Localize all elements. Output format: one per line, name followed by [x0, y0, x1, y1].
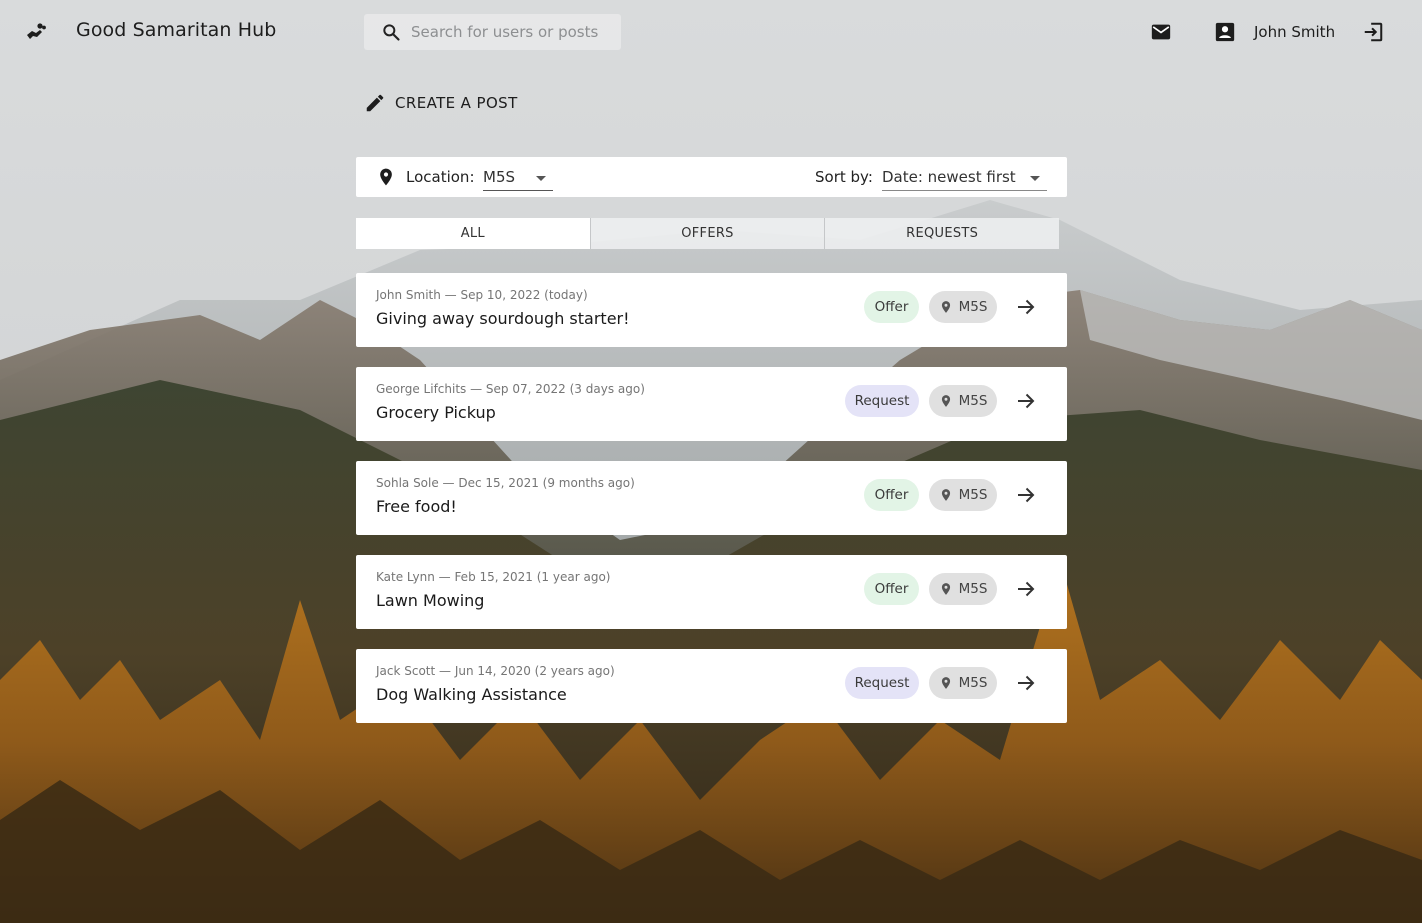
map-pin-icon: [941, 489, 950, 501]
logout-icon[interactable]: [1362, 21, 1384, 43]
map-pin-icon: [380, 168, 392, 186]
location-select[interactable]: M5S: [483, 165, 553, 191]
post-type-badge: Offer: [864, 573, 919, 605]
post-card[interactable]: John Smith — Sep 10, 2022 (today) Giving…: [356, 273, 1067, 347]
tab-requests[interactable]: REQUESTS: [825, 218, 1060, 249]
post-card[interactable]: George Lifchits — Sep 07, 2022 (3 days a…: [356, 367, 1067, 441]
top-app-bar: Good Samaritan Hub John Smith: [0, 0, 1422, 64]
location-badge-label: M5S: [958, 487, 988, 503]
arrow-right-icon[interactable]: [1014, 389, 1038, 413]
mail-icon[interactable]: [1150, 21, 1172, 43]
sort-select[interactable]: Date: newest first: [882, 165, 1047, 191]
location-badge: M5S: [929, 385, 997, 417]
post-title[interactable]: Dog Walking Assistance: [376, 685, 567, 704]
location-badge-label: M5S: [958, 581, 988, 597]
post-type-badge: Request: [845, 385, 919, 417]
post-meta: Jack Scott — Jun 14, 2020 (2 years ago): [376, 664, 615, 678]
search-input[interactable]: [411, 14, 616, 50]
post-list: John Smith — Sep 10, 2022 (today) Giving…: [356, 273, 1067, 743]
account-box-icon[interactable]: [1214, 21, 1236, 43]
post-meta: Sohla Sole — Dec 15, 2021 (9 months ago): [376, 476, 635, 490]
location-badge: M5S: [929, 667, 997, 699]
post-card[interactable]: Jack Scott — Jun 14, 2020 (2 years ago) …: [356, 649, 1067, 723]
location-badge-label: M5S: [958, 299, 988, 315]
location-badge: M5S: [929, 291, 997, 323]
tab-offers[interactable]: OFFERS: [590, 218, 826, 249]
arrow-right-icon[interactable]: [1014, 295, 1038, 319]
post-card[interactable]: Sohla Sole — Dec 15, 2021 (9 months ago)…: [356, 461, 1067, 535]
filter-bar: Location: M5S Sort by: Date: newest firs…: [356, 157, 1067, 197]
search-icon: [383, 24, 400, 41]
location-badge: M5S: [929, 479, 997, 511]
post-type-badge: Request: [845, 667, 919, 699]
tab-all[interactable]: ALL: [356, 218, 591, 249]
post-title[interactable]: Grocery Pickup: [376, 403, 496, 422]
post-card[interactable]: Kate Lynn — Feb 15, 2021 (1 year ago) La…: [356, 555, 1067, 629]
location-select-value: M5S: [483, 168, 516, 186]
post-type-badge: Offer: [864, 291, 919, 323]
map-pin-icon: [941, 301, 950, 313]
map-pin-icon: [941, 583, 950, 595]
app-title[interactable]: Good Samaritan Hub: [76, 19, 276, 41]
sort-label: Sort by:: [815, 168, 873, 186]
post-title[interactable]: Giving away sourdough starter!: [376, 309, 630, 328]
search-bar[interactable]: [364, 14, 621, 50]
map-pin-icon: [941, 677, 950, 689]
hands-heart-icon[interactable]: [24, 20, 48, 44]
arrow-right-icon[interactable]: [1014, 671, 1038, 695]
chevron-down-icon: [536, 176, 546, 181]
location-badge-label: M5S: [958, 393, 988, 409]
location-label: Location:: [406, 168, 475, 186]
arrow-right-icon[interactable]: [1014, 577, 1038, 601]
post-title[interactable]: Lawn Mowing: [376, 591, 484, 610]
post-type-badge: Offer: [864, 479, 919, 511]
location-badge: M5S: [929, 573, 997, 605]
chevron-down-icon: [1030, 176, 1040, 181]
create-post-label: CREATE A POST: [395, 94, 518, 112]
location-badge-label: M5S: [958, 675, 988, 691]
map-pin-icon: [941, 395, 950, 407]
user-name[interactable]: John Smith: [1254, 23, 1335, 41]
create-post-button[interactable]: CREATE A POST: [364, 90, 518, 116]
sort-select-value: Date: newest first: [882, 168, 1016, 186]
arrow-right-icon[interactable]: [1014, 483, 1038, 507]
post-meta: Kate Lynn — Feb 15, 2021 (1 year ago): [376, 570, 611, 584]
post-title[interactable]: Free food!: [376, 497, 457, 516]
post-meta: George Lifchits — Sep 07, 2022 (3 days a…: [376, 382, 645, 396]
pencil-icon: [366, 94, 384, 112]
post-meta: John Smith — Sep 10, 2022 (today): [376, 288, 588, 302]
post-type-tabs: ALL OFFERS REQUESTS: [356, 218, 1060, 249]
